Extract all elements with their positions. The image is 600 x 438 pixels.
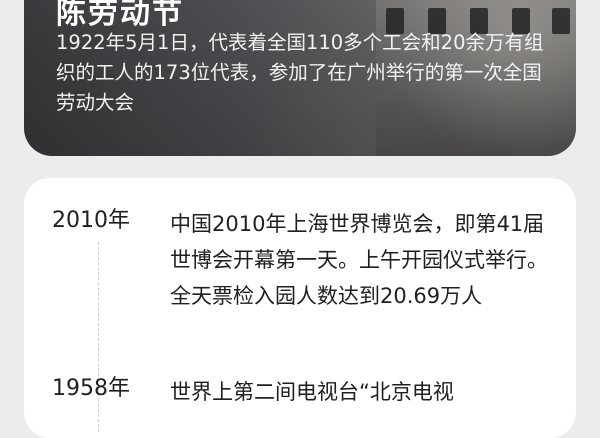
featured-event-description: 1922年5月1日，代表着全国110多个工会和20余万有组织的工人的173位代表…: [56, 31, 544, 114]
timeline-event-text: 世界上第二间电视台“北京电视: [170, 380, 454, 404]
featured-event-card[interactable]: 陈劳动节 1922年5月1日，代表着全国110多个工会和20余万有组织的工人的1…: [24, 0, 576, 156]
history-timeline-card: 2010年 中国2010年上海世界博览会，即第41届世博会开幕第一天。上午开园仪…: [24, 178, 576, 438]
timeline-event-text: 中国2010年上海世界博览会，即第41届世博会开幕第一天。上午开园仪式举行。全天…: [170, 212, 548, 308]
timeline-year: 2010年: [52, 208, 130, 233]
